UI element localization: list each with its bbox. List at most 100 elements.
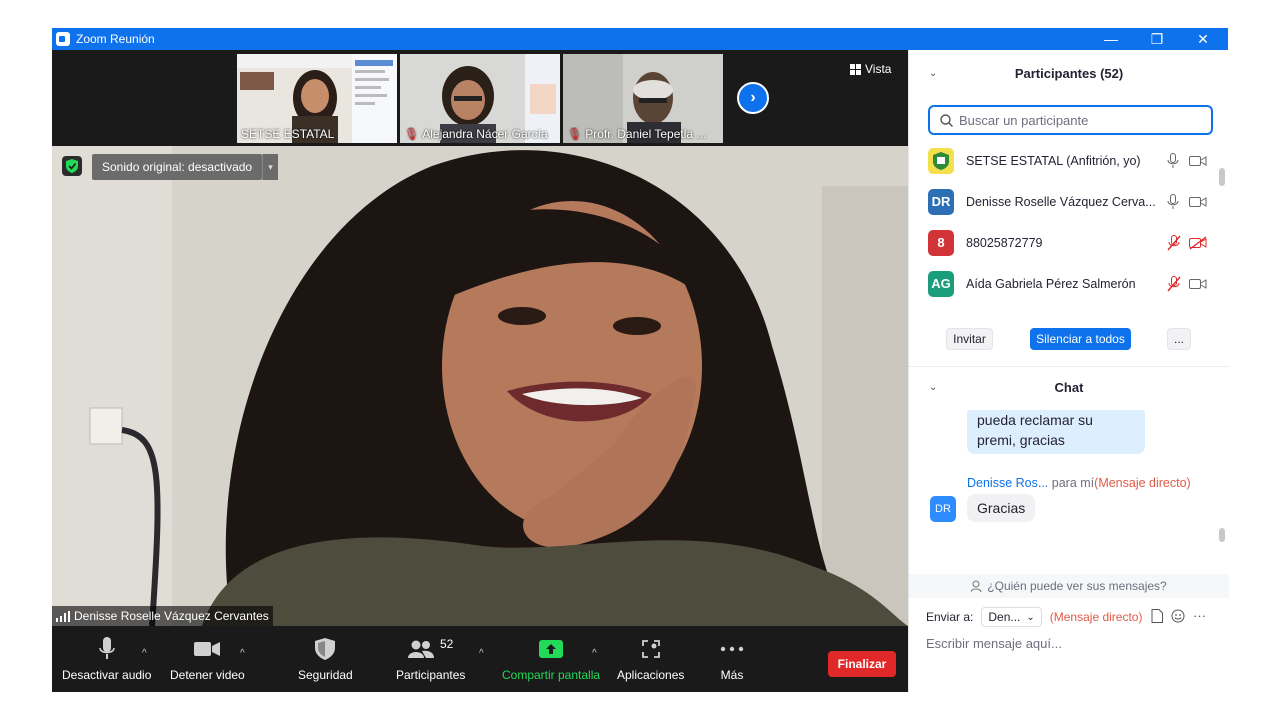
more-button[interactable]: Más [720, 636, 744, 682]
mute-audio-button[interactable]: Desactivar audio [62, 636, 151, 682]
chat-message-input[interactable]: Escribir mensaje aquí... [926, 636, 1062, 651]
view-button[interactable]: Vista [850, 62, 891, 76]
next-page-button[interactable]: › [737, 82, 769, 114]
emoji-icon[interactable] [1171, 609, 1185, 623]
chat-recipient: para mí [1051, 476, 1095, 490]
security-shield-icon[interactable] [62, 156, 82, 176]
participants-title: Participantes (52) [1014, 65, 1124, 81]
speaker-name: Denisse Roselle Vázquez Cervantes [74, 609, 269, 623]
chat-scrollbar[interactable] [1219, 528, 1225, 542]
side-panel: ⌄ Participantes (52) Buscar un participa… [908, 50, 1229, 692]
chat-avatar: DR [930, 496, 956, 522]
person-question-icon [971, 580, 982, 592]
share-screen-icon [539, 640, 564, 658]
avatar: AG [928, 270, 954, 297]
chat-sender[interactable]: Denisse Ros... [967, 476, 1048, 490]
apps-button[interactable]: Aplicaciones [617, 636, 684, 682]
chat-messages: pueda reclamar su premi, gracias Denisse… [909, 410, 1229, 550]
participant-name: Aída Gabriela Pérez Salmerón [966, 276, 1136, 291]
video-area: SETSE ESTATAL 🎙 Alejandra Nácer García 🎙… [52, 50, 908, 626]
participant-name: Denisse Roselle Vázquez Cerva... [966, 194, 1156, 209]
participant-row[interactable]: AG Aída Gabriela Pérez Salmerón [909, 263, 1219, 304]
chevron-down-icon: ⌄ [1026, 611, 1035, 623]
end-meeting-button[interactable]: Finalizar [828, 651, 896, 677]
chat-actions: ··· [1151, 608, 1206, 623]
avatar: 8 [928, 229, 954, 256]
video-camera-icon[interactable] [1189, 278, 1207, 290]
recipient-select[interactable]: Den... ⌄ [981, 607, 1042, 627]
meeting-toolbar: Desactivar audio ^ Detener video ^ Segur… [52, 626, 908, 692]
send-to-label: Enviar a: [926, 610, 974, 624]
microphone-icon[interactable] [1167, 193, 1179, 210]
shield-icon [315, 638, 336, 660]
avatar [928, 147, 954, 174]
chat-message-bubble: Gracias [967, 494, 1036, 522]
chat-more-icon[interactable]: ··· [1193, 608, 1206, 623]
microphone-muted-icon[interactable] [1167, 275, 1181, 292]
participant-row[interactable]: DR Denisse Roselle Vázquez Cerva... [909, 181, 1219, 222]
grid-view-icon [850, 63, 861, 75]
mic-muted-icon: 🎙 [567, 127, 583, 141]
participant-row[interactable]: SETSE ESTATAL (Anfitrión, yo) [909, 140, 1219, 181]
thumb-name: SETSE ESTATAL [241, 127, 335, 141]
who-can-see-messages[interactable]: ¿Quién puede ver sus mensajes? [909, 574, 1229, 598]
share-options-caret[interactable]: ^ [592, 648, 597, 659]
file-icon[interactable] [1151, 608, 1163, 623]
audio-options-caret[interactable]: ^ [142, 648, 147, 659]
speaker-video-image [52, 146, 908, 626]
direct-message-tag: (Mensaje directo) [1049, 610, 1143, 624]
participants-button[interactable]: 52 Participantes [396, 636, 465, 682]
chat-header: ⌄ Chat [909, 367, 1229, 407]
search-icon [940, 113, 953, 127]
view-label: Vista [865, 62, 892, 76]
participant-row[interactable]: 8 88025872779 [909, 222, 1219, 263]
participants-options-caret[interactable]: ^ [479, 648, 484, 659]
mute-all-button[interactable]: Silenciar a todos [1030, 328, 1131, 350]
thumb-name: 🎙 Alejandra Nácer García [404, 127, 548, 141]
speaker-name-tag: Denisse Roselle Vázquez Cervantes [52, 606, 273, 626]
thumb-name: 🎙 Profr. Daniel Tepetla ... [567, 127, 707, 141]
minimize-button[interactable]: — [1088, 28, 1134, 50]
active-speaker-video: Sonido original: desactivado ▾ Denisse R… [52, 146, 908, 626]
video-camera-icon[interactable] [1189, 155, 1207, 167]
participants-icon [408, 640, 434, 658]
share-screen-button[interactable]: Compartir pantalla [502, 636, 600, 682]
video-camera-off-icon[interactable] [1189, 235, 1207, 250]
send-to-row: Enviar a: Den... ⌄ (Mensaje directo) [926, 606, 1142, 628]
title-bar: Zoom Reunión — ❐ ✕ [52, 28, 1228, 50]
collapse-chevron-icon[interactable]: ⌄ [929, 382, 937, 393]
chat-message-meta: Denisse Ros... para mí(Mensaje directo) [967, 476, 1191, 490]
video-camera-icon[interactable] [1189, 196, 1207, 208]
chat-title: Chat [1054, 379, 1084, 395]
collapse-chevron-icon[interactable]: ⌄ [929, 68, 937, 79]
security-button[interactable]: Seguridad [298, 636, 353, 682]
video-thumb-setse[interactable]: SETSE ESTATAL [237, 54, 397, 143]
original-sound-button[interactable]: Sonido original: desactivado [92, 154, 263, 180]
video-thumb-alejandra[interactable]: 🎙 Alejandra Nácer García [400, 54, 560, 143]
participants-count: 52 [440, 637, 454, 651]
gallery-strip: SETSE ESTATAL 🎙 Alejandra Nácer García 🎙… [52, 50, 908, 146]
zoom-logo-icon [56, 32, 70, 46]
microphone-icon[interactable] [1167, 152, 1179, 169]
video-thumb-daniel[interactable]: 🎙 Profr. Daniel Tepetla ... [563, 54, 723, 143]
participants-more-button[interactable]: ... [1167, 328, 1191, 350]
restore-button[interactable]: ❐ [1134, 28, 1180, 50]
participant-name: SETSE ESTATAL (Anfitrión, yo) [966, 153, 1141, 168]
video-camera-icon [194, 642, 221, 656]
more-dots-icon [720, 646, 744, 652]
microphone-muted-icon[interactable] [1167, 234, 1181, 251]
signal-strength-icon [56, 610, 70, 622]
participants-actions: Invitar Silenciar a todos ... [909, 328, 1229, 352]
participants-scrollbar[interactable] [1219, 168, 1225, 186]
direct-message-tag: (Mensaje directo) [1094, 476, 1191, 490]
invite-button[interactable]: Invitar [946, 328, 993, 350]
video-options-caret[interactable]: ^ [240, 648, 245, 659]
chat-message-bubble: pueda reclamar su premi, gracias [967, 410, 1145, 454]
original-sound-dropdown[interactable]: ▾ [262, 154, 278, 180]
zoom-window: Zoom Reunión — ❐ ✕ SETSE ESTATAL 🎙 Aleja… [52, 28, 1229, 692]
close-button[interactable]: ✕ [1180, 28, 1226, 50]
participant-search-input[interactable]: Buscar un participante [928, 105, 1213, 135]
search-placeholder: Buscar un participante [959, 112, 1089, 128]
stop-video-button[interactable]: Detener video [170, 636, 245, 682]
participant-name: 88025872779 [966, 235, 1043, 250]
